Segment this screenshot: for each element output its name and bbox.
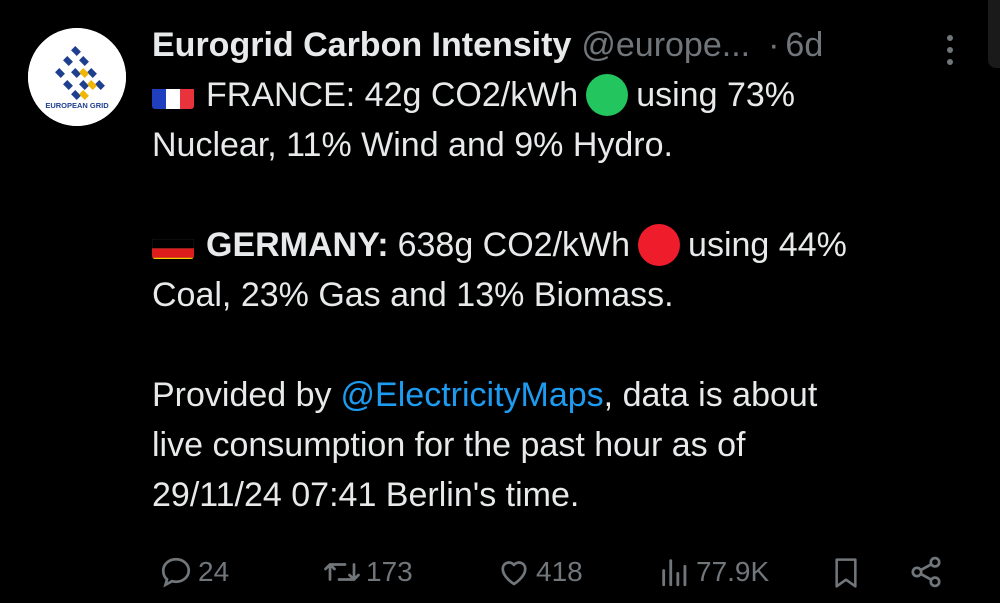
germany-line-1: GERMANY: 638g CO2/kWh using 44% [152,220,992,270]
france-mix-start: using 73% [636,76,795,114]
european-grid-logo-icon: EUROPEAN GRID [28,28,126,126]
share-button[interactable] [908,554,944,590]
france-line-2: Nuclear, 11% Wind and 9% Hydro. [152,126,673,164]
green-circle-icon [586,74,629,116]
separator-dot: · [768,25,780,64]
tweet-actions: 24 173 418 77.9K [152,548,952,598]
tweet-header: Eurogrid Carbon Intensity @europe... · 6… [152,22,940,68]
scrollbar-edge [988,0,1000,68]
reply-button[interactable]: 24 [158,554,229,590]
footer-line-2: live consumption for the past hour as of [152,426,746,464]
footer-line-3: 29/11/24 07:41 Berlin's time. [152,476,580,514]
germany-label: GERMANY: [206,226,389,264]
footer-suffix: , data is about [603,376,818,414]
more-options-icon[interactable] [938,30,962,70]
germany-line-2: Coal, 23% Gas and 13% Biomass. [152,276,674,314]
bookmark-button[interactable] [830,554,862,592]
post-time[interactable]: 6d [785,26,823,65]
germany-flag-icon [152,231,194,259]
red-circle-icon [638,224,681,266]
footer-line-1: Provided by @ElectricityMaps , data is a… [152,370,992,420]
germany-intensity-text: 638g CO2/kWh [397,226,631,264]
views-button[interactable]: 77.9K [658,554,769,590]
france-flag-icon [152,81,194,109]
bookmark-icon [835,558,857,588]
svg-text:EUROPEAN GRID: EUROPEAN GRID [45,101,109,110]
france-line-1: FRANCE: 42g CO2/kWh using 73% [152,70,992,120]
reply-count: 24 [198,556,230,587]
like-count: 418 [536,556,583,587]
avatar[interactable]: EUROPEAN GRID [28,28,126,126]
author-handle[interactable]: @europe... [581,26,750,65]
electricitymaps-mention-link[interactable]: @ElectricityMaps [341,370,604,420]
france-intensity-text: FRANCE: 42g CO2/kWh [206,76,579,114]
view-count: 77.9K [696,556,770,587]
share-icon [911,556,941,588]
tweet-body: FRANCE: 42g CO2/kWh using 73% Nuclear, 1… [152,70,992,520]
repost-button[interactable]: 173 [322,554,413,590]
views-icon [662,559,687,587]
heart-icon [501,561,527,586]
like-button[interactable]: 418 [496,554,583,590]
germany-mix-start: using 44% [688,226,847,264]
provided-by-text: Provided by [152,376,332,414]
reply-icon [161,557,191,588]
author-name[interactable]: Eurogrid Carbon Intensity [152,26,571,65]
repost-count: 173 [366,556,413,587]
repost-icon [324,563,360,581]
